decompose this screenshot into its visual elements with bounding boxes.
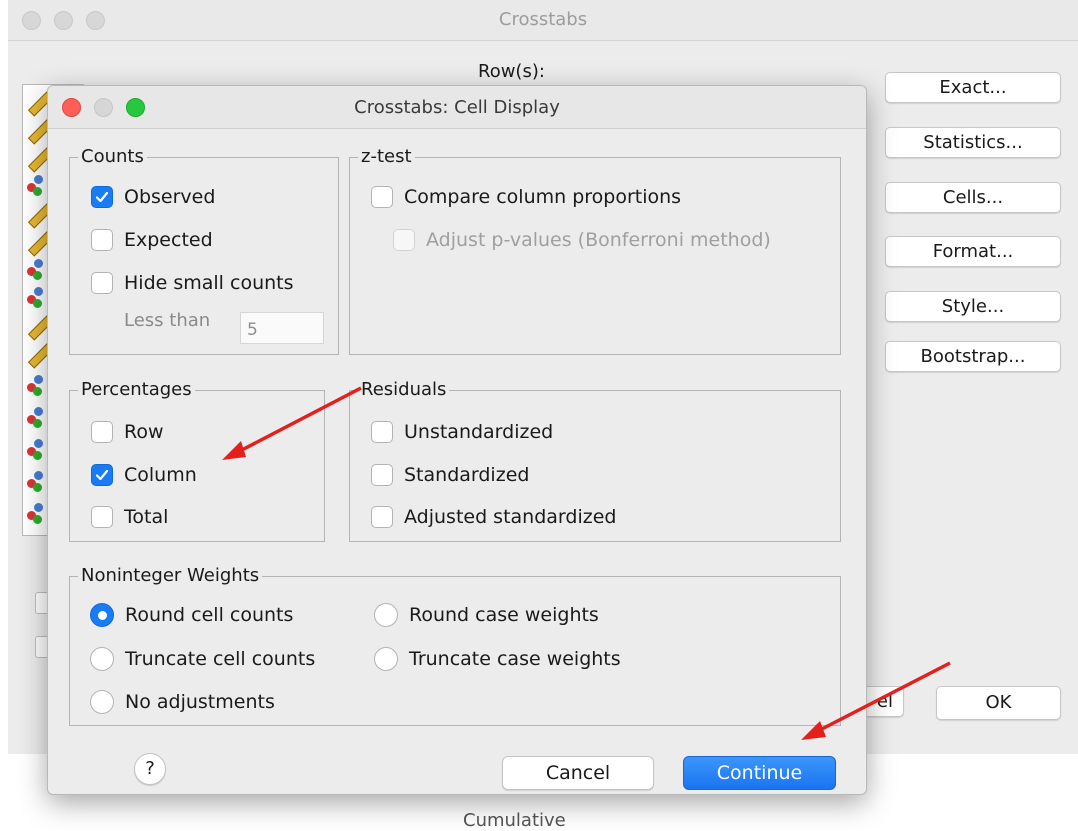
adjust-pvalues-checkbox: Adjust p-values (Bonferroni method) bbox=[393, 227, 771, 253]
column-checkbox[interactable]: Column bbox=[91, 462, 197, 488]
checkbox-box bbox=[393, 229, 415, 251]
main-titlebar: Crosstabs bbox=[8, 0, 1078, 41]
less-than-label: Less than bbox=[124, 310, 211, 331]
format-button[interactable]: Format... bbox=[885, 236, 1061, 267]
hide-small-counts-checkbox[interactable]: Hide small counts bbox=[91, 270, 294, 296]
truncate-cell-counts-label: Truncate cell counts bbox=[125, 648, 316, 670]
no-adjustments-radio[interactable]: No adjustments bbox=[90, 689, 275, 715]
radio-circle bbox=[90, 690, 114, 714]
checkbox-box bbox=[371, 506, 393, 528]
column-label: Column bbox=[124, 464, 197, 486]
checkbox-box bbox=[91, 421, 113, 443]
round-case-weights-label: Round case weights bbox=[409, 604, 599, 626]
truncate-case-weights-label: Truncate case weights bbox=[409, 648, 621, 670]
checkbox-box bbox=[91, 272, 113, 294]
help-button[interactable]: ? bbox=[134, 753, 166, 785]
cells-button[interactable]: Cells... bbox=[885, 182, 1061, 213]
adjusted-standardized-checkbox[interactable]: Adjusted standardized bbox=[371, 504, 616, 530]
residuals-legend: Residuals bbox=[358, 379, 450, 401]
statistics-button[interactable]: Statistics... bbox=[885, 127, 1061, 158]
checkbox-box bbox=[371, 186, 393, 208]
radio-circle bbox=[90, 647, 114, 671]
window-title: Crosstabs bbox=[498, 9, 588, 30]
cancel-button[interactable]: Cancel bbox=[502, 756, 654, 790]
hide-small-counts-label: Hide small counts bbox=[124, 272, 294, 294]
ztest-legend: z-test bbox=[358, 146, 415, 168]
partial-label: Cumulative bbox=[463, 810, 566, 831]
bootstrap-button[interactable]: Bootstrap... bbox=[885, 341, 1061, 372]
checkmark-icon bbox=[91, 464, 113, 486]
style-button[interactable]: Style... bbox=[885, 291, 1061, 322]
round-cell-counts-radio[interactable]: Round cell counts bbox=[90, 602, 293, 628]
standardized-label: Standardized bbox=[404, 464, 530, 486]
unstandardized-checkbox[interactable]: Unstandardized bbox=[371, 419, 553, 445]
continue-button[interactable]: Continue bbox=[683, 756, 836, 790]
expected-label: Expected bbox=[124, 229, 213, 251]
checkmark-icon bbox=[91, 186, 113, 208]
standardized-checkbox[interactable]: Standardized bbox=[371, 462, 529, 488]
less-than-input[interactable]: 5 bbox=[240, 312, 324, 344]
percentages-legend: Percentages bbox=[78, 379, 195, 401]
truncate-case-weights-radio[interactable]: Truncate case weights bbox=[374, 646, 621, 672]
rows-label: Row(s): bbox=[478, 61, 545, 82]
checkbox-box bbox=[91, 229, 113, 251]
row-label: Row bbox=[124, 421, 164, 443]
dialog-title: Crosstabs: Cell Display bbox=[354, 97, 560, 118]
radio-selected-icon bbox=[90, 603, 114, 627]
ok-button[interactable]: OK bbox=[936, 686, 1061, 720]
compare-proportions-checkbox[interactable]: Compare column proportions bbox=[371, 184, 681, 210]
checkbox-box bbox=[371, 464, 393, 486]
counts-legend: Counts bbox=[78, 146, 147, 168]
exact-button[interactable]: Exact... bbox=[885, 72, 1061, 103]
checkbox-box bbox=[91, 506, 113, 528]
radio-circle bbox=[374, 603, 398, 627]
truncate-cell-counts-radio[interactable]: Truncate cell counts bbox=[90, 646, 315, 672]
expected-checkbox[interactable]: Expected bbox=[91, 227, 213, 253]
weights-legend: Noninteger Weights bbox=[78, 565, 263, 587]
adjusted-standardized-label: Adjusted standardized bbox=[404, 506, 617, 528]
adjust-pvalues-label: Adjust p-values (Bonferroni method) bbox=[426, 229, 771, 251]
observed-label: Observed bbox=[124, 186, 216, 208]
row-checkbox[interactable]: Row bbox=[91, 419, 164, 445]
total-label: Total bbox=[124, 506, 169, 528]
compare-proportions-label: Compare column proportions bbox=[404, 186, 682, 208]
cell-display-dialog: Crosstabs: Cell Display Counts Observed … bbox=[47, 85, 867, 795]
round-cell-counts-label: Round cell counts bbox=[125, 604, 294, 626]
no-adjustments-label: No adjustments bbox=[125, 691, 275, 713]
radio-circle bbox=[374, 647, 398, 671]
total-checkbox[interactable]: Total bbox=[91, 504, 168, 530]
unstandardized-label: Unstandardized bbox=[404, 421, 554, 443]
round-case-weights-radio[interactable]: Round case weights bbox=[374, 602, 599, 628]
observed-checkbox[interactable]: Observed bbox=[91, 184, 215, 210]
checkbox-box bbox=[371, 421, 393, 443]
dialog-titlebar: Crosstabs: Cell Display bbox=[48, 86, 866, 129]
